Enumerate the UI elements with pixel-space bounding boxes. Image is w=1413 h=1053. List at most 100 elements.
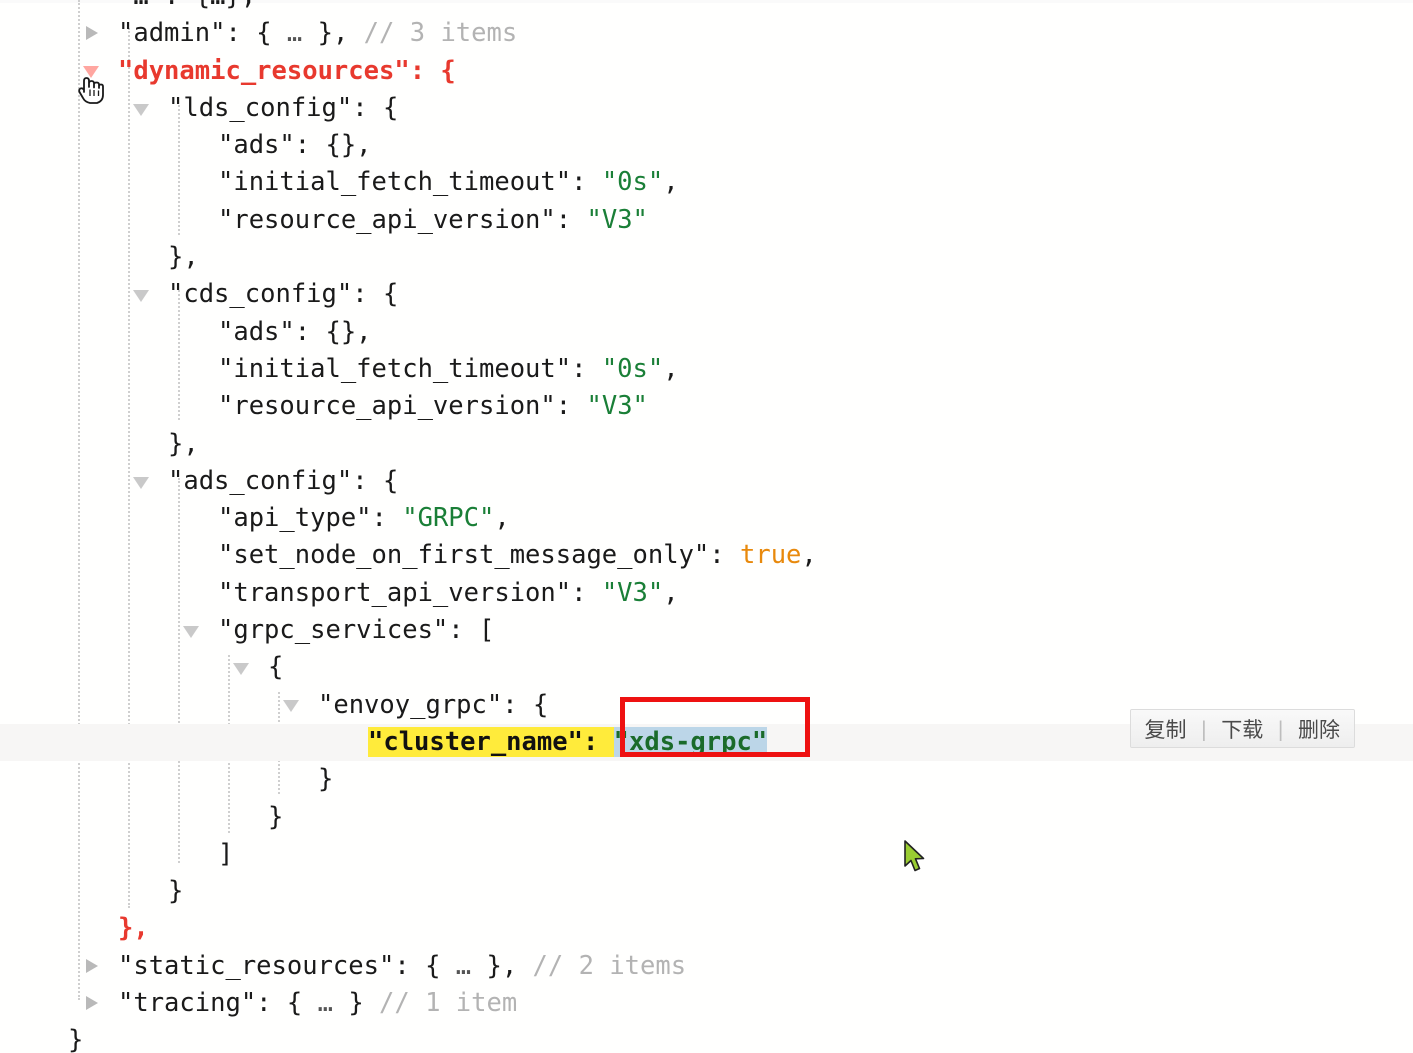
- json-line-text: "ads_config": {: [168, 463, 398, 500]
- json-token: "ads": [218, 316, 295, 347]
- chevron-down-icon[interactable]: [283, 700, 299, 713]
- json-token: : {: [352, 279, 399, 310]
- json-line[interactable]: "static_resources": { … }, // 2 items: [0, 948, 1413, 985]
- json-token: "lds_config": [168, 92, 353, 123]
- chevron-down-icon[interactable]: [233, 662, 249, 675]
- chevron-right-icon[interactable]: [86, 26, 98, 41]
- download-button[interactable]: 下载: [1207, 710, 1278, 747]
- json-token: …: [302, 988, 349, 1019]
- json-token: }: [318, 764, 334, 795]
- json-token[interactable]: "cluster_name": [368, 726, 583, 757]
- json-token: {: [425, 950, 441, 981]
- json-token[interactable]: "xds-grpc": [613, 726, 768, 757]
- json-token: [598, 726, 614, 757]
- json-token: : {},: [294, 130, 372, 161]
- json-line[interactable]: "initial_fetch_timeout": "0s",: [0, 351, 1413, 388]
- json-line[interactable]: ]: [0, 836, 1413, 873]
- action-separator-1: |: [1200, 710, 1208, 747]
- chevron-down-icon[interactable]: [133, 290, 149, 303]
- json-token: }: [68, 1025, 84, 1053]
- chevron-down-icon[interactable]: [133, 476, 149, 489]
- json-line[interactable]: "ads_config": {: [0, 463, 1413, 500]
- json-token: },: [486, 950, 518, 981]
- json-line-text: },: [118, 910, 149, 947]
- json-line[interactable]: "ads": {},: [0, 314, 1413, 351]
- json-token: ,: [663, 577, 679, 608]
- json-line[interactable]: "api_type": "GRPC",: [0, 500, 1413, 537]
- delete-button[interactable]: 删除: [1284, 710, 1354, 747]
- json-token: // 2 items: [517, 950, 687, 981]
- json-token: "cds_config": [168, 279, 353, 310]
- json-token: true: [740, 540, 802, 571]
- json-token: },: [118, 913, 149, 944]
- json-token: :: [571, 167, 602, 198]
- json-line-text: "tracing": { … } // 1 item: [118, 985, 517, 1022]
- json-line[interactable]: "set_node_on_first_message_only": true,: [0, 537, 1413, 574]
- json-line[interactable]: "lds_config": {: [0, 90, 1413, 127]
- json-tree-viewer[interactable]: "…": {…},"admin": { … }, // 3 items"dyna…: [0, 0, 1413, 1053]
- json-token: :: [256, 988, 287, 1019]
- json-line[interactable]: }: [0, 873, 1413, 910]
- json-token: : [: [448, 615, 495, 646]
- json-line[interactable]: }: [0, 761, 1413, 798]
- json-line[interactable]: },: [0, 910, 1413, 947]
- json-line-text: "resource_api_version": "V3": [218, 202, 648, 239]
- json-line-text: "set_node_on_first_message_only": true,: [218, 537, 817, 574]
- json-line-text: }: [318, 761, 333, 798]
- json-token: "V3": [586, 391, 648, 422]
- json-line[interactable]: "tracing": { … } // 1 item: [0, 985, 1413, 1022]
- json-line[interactable]: "transport_api_version": "V3",: [0, 575, 1413, 612]
- json-token: ,: [801, 540, 817, 571]
- chevron-right-icon[interactable]: [86, 996, 98, 1011]
- json-line[interactable]: {: [0, 649, 1413, 686]
- json-line[interactable]: },: [0, 239, 1413, 276]
- json-token: "static_resources": [118, 950, 395, 981]
- json-token: {: [440, 55, 456, 86]
- json-line-text: "ads": {},: [218, 314, 372, 351]
- json-line[interactable]: },: [0, 426, 1413, 463]
- chevron-right-icon[interactable]: [86, 958, 98, 973]
- row-action-group[interactable]: 复制 | 下载 | 删除: [1129, 709, 1355, 748]
- json-line[interactable]: "grpc_services": [: [0, 612, 1413, 649]
- json-line-text: "dynamic_resources": {: [118, 53, 456, 90]
- json-token: :: [571, 353, 602, 384]
- json-token: ]: [218, 838, 234, 869]
- json-line-text: "admin": { … }, // 3 items: [118, 15, 517, 52]
- json-line[interactable]: }: [0, 799, 1413, 836]
- chevron-down-icon[interactable]: [133, 103, 149, 116]
- json-token: : {: [352, 465, 399, 496]
- json-line-text: "static_resources": { … }, // 2 items: [118, 948, 686, 985]
- json-token: },: [168, 428, 199, 459]
- json-token: : {: [352, 92, 399, 123]
- json-line[interactable]: }: [0, 1022, 1413, 1053]
- json-token: "admin": [118, 18, 226, 49]
- json-line-text: },: [168, 426, 199, 463]
- json-line-text: {: [268, 649, 283, 686]
- json-token: }: [168, 876, 184, 907]
- json-line[interactable]: "…": {…},: [0, 0, 1413, 15]
- json-line[interactable]: "resource_api_version": "V3": [0, 388, 1413, 425]
- json-line[interactable]: "resource_api_version": "V3": [0, 202, 1413, 239]
- json-token: : {: [502, 689, 549, 720]
- json-line[interactable]: "initial_fetch_timeout": "0s",: [0, 164, 1413, 201]
- json-line-text: }: [168, 873, 183, 910]
- json-token: "tracing": [118, 988, 257, 1019]
- json-token: "envoy_grpc": [318, 689, 503, 720]
- json-token: …: [440, 950, 487, 981]
- json-line-text: "api_type": "GRPC",: [218, 500, 510, 537]
- json-line[interactable]: "cds_config": {: [0, 276, 1413, 313]
- json-line[interactable]: "dynamic_resources": {: [0, 53, 1413, 90]
- json-line-text: "resource_api_version": "V3": [218, 388, 648, 425]
- json-line[interactable]: "ads": {},: [0, 127, 1413, 164]
- copy-button[interactable]: 复制: [1130, 710, 1201, 747]
- json-token: "resource_api_version": [218, 391, 556, 422]
- json-line-text: "cluster_name": "xds-grpc": [368, 724, 768, 761]
- json-token: ,: [663, 167, 679, 198]
- json-token[interactable]: :: [582, 726, 599, 757]
- chevron-down-icon[interactable]: [83, 66, 99, 79]
- json-token: "transport_api_version": [218, 577, 572, 608]
- chevron-down-icon[interactable]: [183, 625, 199, 638]
- json-token: "GRPC": [402, 503, 495, 534]
- json-line[interactable]: "admin": { … }, // 3 items: [0, 15, 1413, 52]
- json-line-text: ]: [218, 836, 233, 873]
